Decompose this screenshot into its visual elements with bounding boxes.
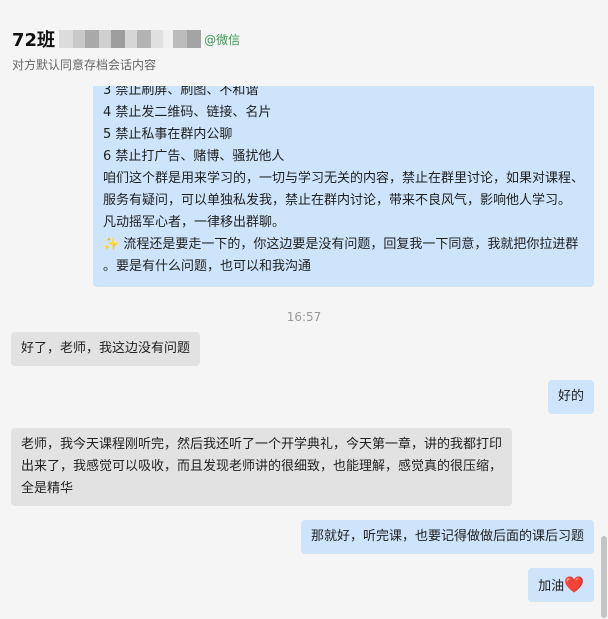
message-line: 出来了，我感觉可以吸收，而且发现老师讲的很细致，也能理解，感觉真的很压缩， <box>21 459 503 474</box>
message-line: 。要是有什么问题，也可以和我沟通 <box>103 259 312 274</box>
archive-notice: 对方默认同意存档会话内容 <box>12 58 157 72</box>
message-line: 咱们这个群是用来学习的，一切与学习无关的内容，禁止在群里讨论，如果对课程、 <box>103 171 585 186</box>
chat-title: 72班 <box>12 30 56 51</box>
message-line: 凡动摇军心者，一律移出群聊。 <box>103 215 286 230</box>
message-bubble-sent[interactable]: 那就好，听完课，也要记得做做后面的课后习题 <box>300 520 594 554</box>
message-line: 全是精华 <box>21 481 74 496</box>
message-text: 那就好，听完课，也要记得做做后面的课后习题 <box>310 529 584 544</box>
message-bubble-sent[interactable]: 好的 <box>547 380 594 414</box>
message-bubble-received[interactable]: 好了，老师，我这边没有问题 <box>11 332 201 366</box>
message-bubble-sent[interactable]: 加油❤️ <box>528 568 594 602</box>
message-text: 好的 <box>557 389 584 404</box>
message-line: 老师，我今天课程刚听完，然后我还听了一个开学典礼，今天第一章，讲的我都打印 <box>21 437 503 452</box>
wechat-tag: @微信 <box>204 32 241 47</box>
message-bubble-received[interactable]: 老师，我今天课程刚听完，然后我还听了一个开学典礼，今天第一章，讲的我都打印 出来… <box>11 428 512 506</box>
message-line: 4 禁止发二维码、链接、名片 <box>103 105 272 120</box>
message-timestamp: 16:57 <box>286 310 322 324</box>
message-text: 加油 <box>538 579 565 594</box>
heart-icon: ❤️ <box>564 575 584 594</box>
message-line: ✨ 流程还是要走一下的，你这边要是没有问题，回复我一下同意，我就把你拉进群 <box>103 234 584 256</box>
message-line: 加油❤️ <box>538 574 584 598</box>
message-line: 5 禁止私事在群内公聊 <box>103 127 233 142</box>
chat-scrollbar[interactable] <box>601 536 607 618</box>
sparkle-icon: ✨ <box>103 237 120 252</box>
message-line: 服务有疑问，可以单独私发我，禁止在群内讨论，带来不良风气，影响他人学习。 <box>103 193 572 208</box>
chat-header-overlay: 72班 @微信 对方默认同意存档会话内容 <box>0 0 608 86</box>
redacted-name-mosaic <box>59 29 202 49</box>
chat-title-row: 72班 @微信 <box>12 28 241 51</box>
message-line: 6 禁止打广告、赌博、骚扰他人 <box>103 149 285 164</box>
message-line-text: 流程还是要走一下的，你这边要是没有问题，回复我一下同意，我就把你拉进群 <box>123 237 579 252</box>
message-text: 好了，老师，我这边没有问题 <box>21 341 191 356</box>
message-bubble-sent[interactable]: 3 禁止刷屏、刷图、不和谐 4 禁止发二维码、链接、名片 5 禁止私事在群内公聊… <box>93 75 594 287</box>
